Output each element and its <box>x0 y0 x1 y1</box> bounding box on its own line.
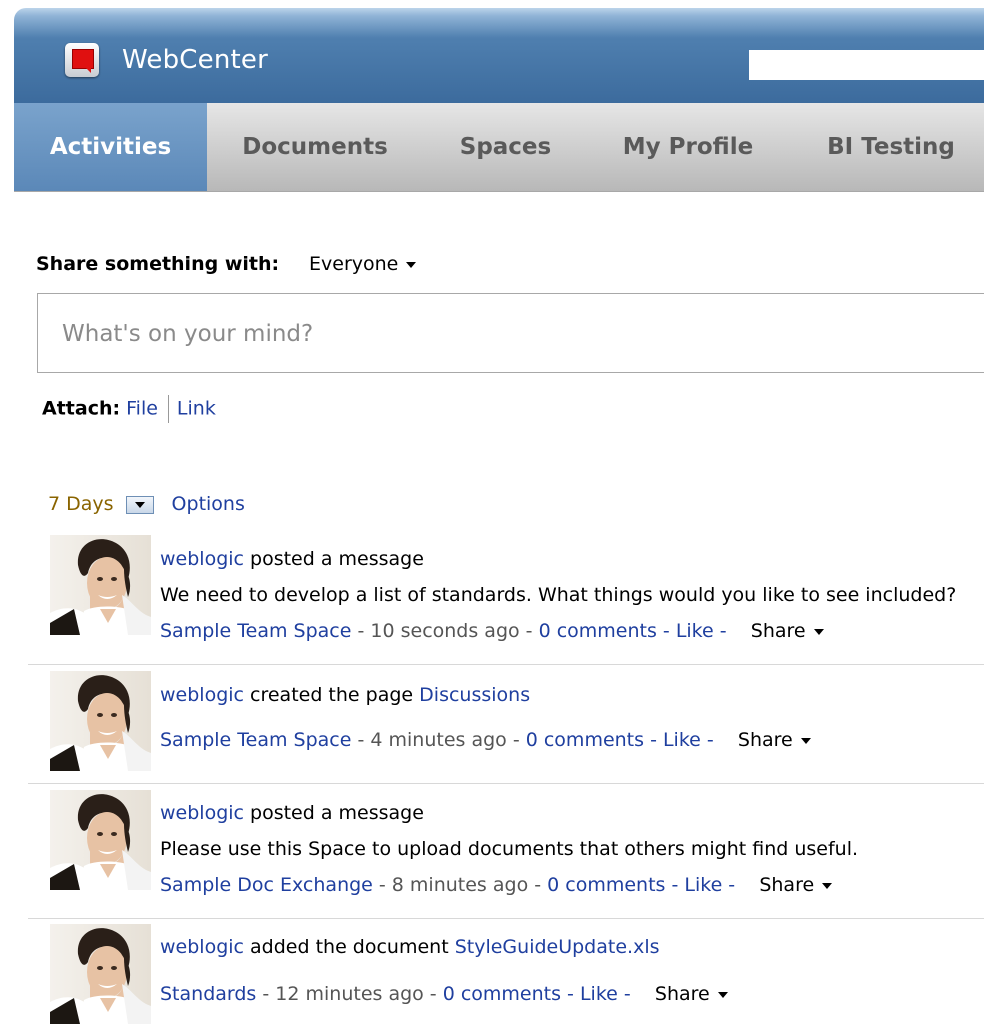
tab-bi-testing[interactable]: BI Testing <box>788 103 984 191</box>
like-link[interactable]: Like <box>684 874 722 896</box>
share-label: Share <box>737 729 793 751</box>
chevron-down-icon <box>800 737 811 744</box>
meta-sep: - <box>713 620 733 642</box>
activity-object-link[interactable]: StyleGuideUpdate.xls <box>455 936 660 958</box>
activity-action: posted a message <box>243 548 424 570</box>
app-title[interactable]: WebCenter <box>122 45 268 75</box>
app-header: WebCenter <box>14 8 984 103</box>
activity-meta: Sample Team Space - 10 seconds ago - 0 c… <box>160 620 824 642</box>
activity-time: - 12 minutes ago - <box>256 983 443 1005</box>
activity-meta: Standards - 12 minutes ago - 0 comments … <box>160 983 728 1005</box>
search-input[interactable] <box>749 50 984 80</box>
options-link[interactable]: Options <box>172 493 245 515</box>
avatar[interactable] <box>50 535 151 635</box>
share-target-value: Everyone <box>309 253 399 275</box>
meta-sep: - <box>617 983 637 1005</box>
divider <box>167 395 169 423</box>
activity-headline: weblogic posted a message <box>160 802 424 824</box>
meta-sep: - <box>561 983 580 1005</box>
tab-documents[interactable]: Documents <box>207 103 423 191</box>
share-dropdown[interactable]: Share <box>759 874 833 896</box>
share-dropdown[interactable]: Share <box>655 983 728 1005</box>
activity-headline: weblogic created the page Discussions <box>160 684 530 706</box>
chevron-down-icon <box>813 628 824 635</box>
share-dropdown[interactable]: Share <box>751 620 824 642</box>
post-input[interactable]: What's on your mind? <box>37 293 984 373</box>
attach-row: Attach: File Link <box>42 395 216 423</box>
meta-sep: - <box>700 729 720 751</box>
tab-my-profile[interactable]: My Profile <box>588 103 788 191</box>
divider <box>28 783 984 784</box>
main-nav: Activities Documents Spaces My Profile B… <box>14 103 984 192</box>
share-label: Share <box>759 874 815 896</box>
share-target-dropdown[interactable]: Everyone <box>309 253 417 275</box>
avatar[interactable] <box>50 790 151 890</box>
activity-headline: weblogic posted a message <box>160 548 424 570</box>
avatar[interactable] <box>50 671 151 771</box>
meta-sep: - <box>656 620 676 642</box>
activity-time: - 10 seconds ago - <box>351 620 539 642</box>
user-link[interactable]: weblogic <box>160 548 244 570</box>
activity-meta: Sample Team Space - 4 minutes ago - 0 co… <box>160 729 811 751</box>
chevron-down-icon <box>717 991 728 998</box>
space-link[interactable]: Sample Team Space <box>160 620 351 642</box>
attach-label: Attach: <box>42 397 121 420</box>
share-dropdown[interactable]: Share <box>738 729 811 751</box>
activity-time: - 8 minutes ago - <box>372 874 548 896</box>
user-link[interactable]: weblogic <box>160 684 244 706</box>
time-range-label: 7 Days <box>48 493 114 515</box>
comments-link[interactable]: 0 comments <box>547 874 665 896</box>
chevron-down-icon <box>406 261 417 268</box>
logo-mark <box>72 49 94 69</box>
activity-message: We need to develop a list of standards. … <box>160 584 957 606</box>
comments-link[interactable]: 0 comments <box>443 983 561 1005</box>
activity-meta: Sample Doc Exchange - 8 minutes ago - 0 … <box>160 874 833 896</box>
activity-time: - 4 minutes ago - <box>351 729 526 751</box>
tab-activities[interactable]: Activities <box>14 103 207 191</box>
activity-action: added the document <box>243 936 455 958</box>
meta-sep: - <box>644 729 663 751</box>
divider <box>28 664 984 665</box>
share-label: Share something with: <box>36 253 280 275</box>
logo-tail <box>85 67 91 73</box>
space-link[interactable]: Sample Team Space <box>160 729 351 751</box>
user-link[interactable]: weblogic <box>160 802 244 824</box>
space-link[interactable]: Sample Doc Exchange <box>160 874 373 896</box>
like-link[interactable]: Like <box>663 729 701 751</box>
webcenter-logo-icon[interactable] <box>65 43 99 77</box>
chevron-down-icon <box>822 882 833 889</box>
like-link[interactable]: Like <box>580 983 618 1005</box>
meta-sep: - <box>665 874 685 896</box>
attach-link-link[interactable]: Link <box>177 398 216 420</box>
activity-action: posted a message <box>243 802 424 824</box>
avatar[interactable] <box>50 924 151 1024</box>
filter-row: 7 Days Options <box>48 493 245 515</box>
comments-link[interactable]: 0 comments <box>539 620 657 642</box>
attach-file-link[interactable]: File <box>126 398 158 420</box>
user-link[interactable]: weblogic <box>160 936 244 958</box>
tab-spaces[interactable]: Spaces <box>423 103 588 191</box>
divider <box>28 918 984 919</box>
comments-link[interactable]: 0 comments <box>526 729 644 751</box>
activity-headline: weblogic added the document StyleGuideUp… <box>160 936 660 958</box>
like-link[interactable]: Like <box>676 620 714 642</box>
activity-object-link[interactable]: Discussions <box>419 684 530 706</box>
post-input-placeholder: What's on your mind? <box>62 321 314 347</box>
meta-sep: - <box>722 874 742 896</box>
share-label: Share <box>750 620 806 642</box>
space-link[interactable]: Standards <box>160 983 256 1005</box>
activity-action: created the page <box>243 684 420 706</box>
time-range-dropdown-button[interactable] <box>125 495 154 514</box>
share-label: Share <box>654 983 710 1005</box>
activity-message: Please use this Space to upload document… <box>160 838 859 860</box>
